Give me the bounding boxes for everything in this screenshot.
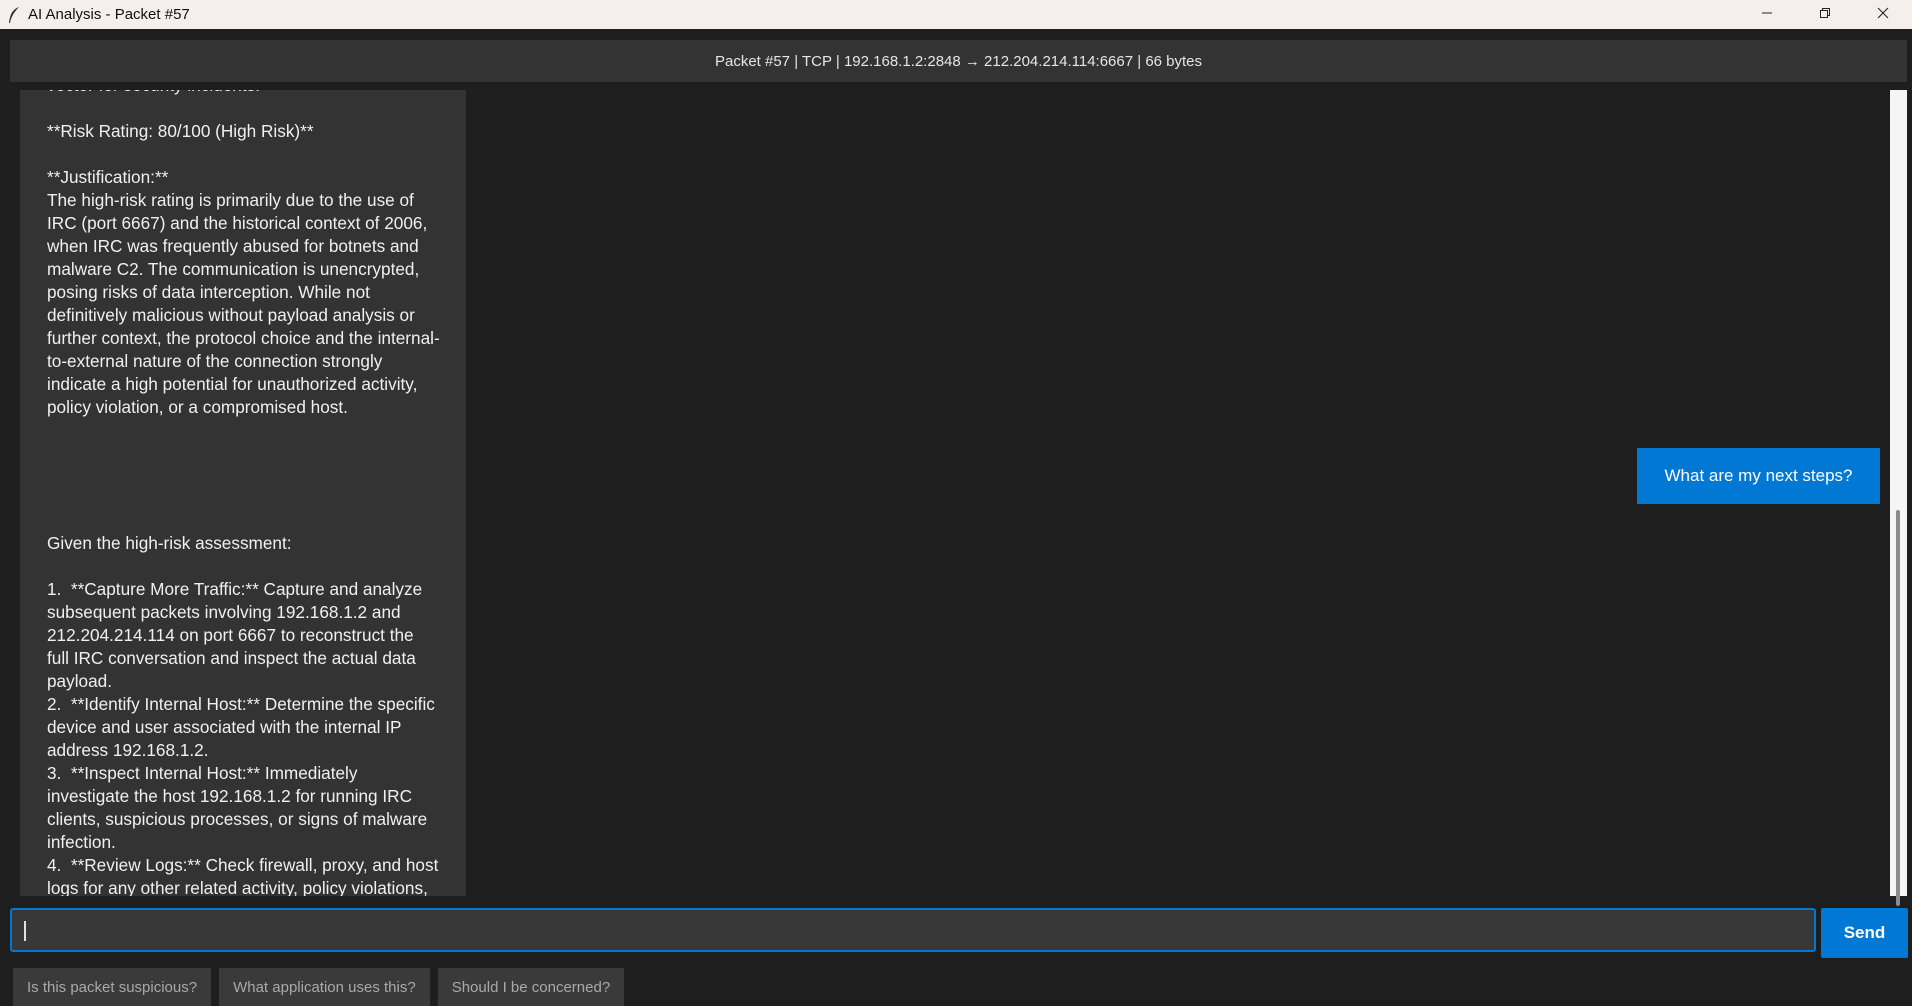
assistant-message: vector for security incidents. **Risk Ra… — [20, 90, 466, 526]
text-caret — [24, 921, 26, 941]
title-bar: AI Analysis - Packet #57 — [0, 0, 1912, 29]
restore-icon — [1819, 6, 1831, 24]
user-message: What are my next steps? — [1637, 448, 1880, 504]
assistant-message: Given the high-risk assessment: 1. **Cap… — [20, 514, 466, 896]
suggestion-chip[interactable]: Should I be concerned? — [437, 968, 625, 1006]
chat-history[interactable]: vector for security incidents. **Risk Ra… — [10, 90, 1886, 896]
input-row: Send — [10, 908, 1908, 958]
window-controls — [1738, 0, 1912, 29]
send-button[interactable]: Send — [1821, 908, 1908, 958]
close-button[interactable] — [1854, 0, 1912, 29]
minimize-button[interactable] — [1738, 0, 1796, 29]
minimize-icon — [1761, 6, 1773, 24]
chat-scrollbar[interactable] — [1890, 90, 1907, 906]
window-title: AI Analysis - Packet #57 — [28, 6, 190, 23]
suggestion-chips: Is this packet suspicious? What applicat… — [13, 968, 625, 1006]
scrollbar-thumb[interactable] — [1896, 510, 1900, 906]
suggestion-chip[interactable]: What application uses this? — [219, 968, 430, 1006]
suggestion-chip[interactable]: Is this packet suspicious? — [13, 968, 212, 1006]
feather-icon — [4, 5, 24, 25]
close-icon — [1877, 6, 1889, 24]
packet-info-header: Packet #57 | TCP | 192.168.1.2:2848 → 21… — [10, 40, 1907, 82]
message-input[interactable] — [10, 908, 1816, 952]
restore-button[interactable] — [1796, 0, 1854, 29]
